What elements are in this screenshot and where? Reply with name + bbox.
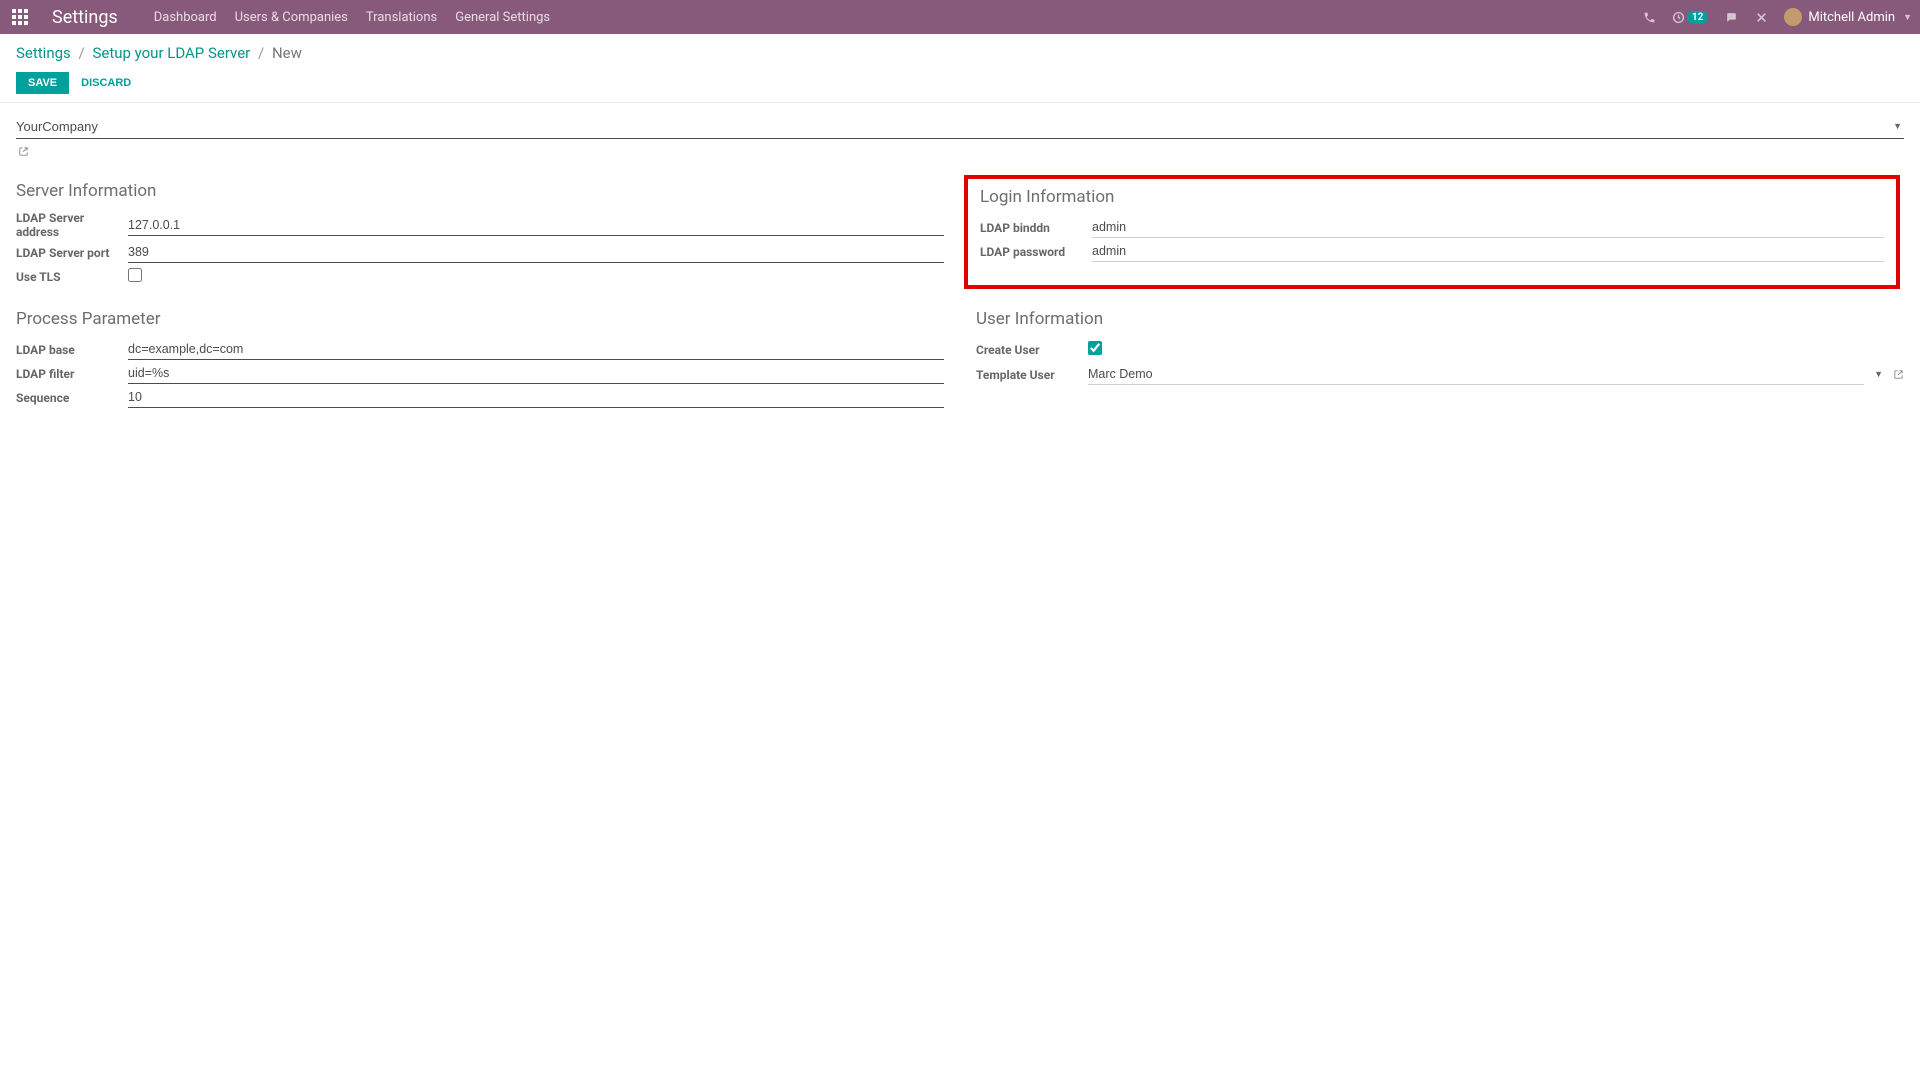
field-label: Use TLS	[16, 270, 128, 284]
chevron-down-icon[interactable]: ▼	[1870, 369, 1887, 380]
section-title: Process Parameter	[16, 309, 944, 329]
field-label: Template User	[976, 368, 1088, 382]
user-info-section: User Information Create User Template Us…	[976, 309, 1904, 411]
activity-badge: 12	[1687, 11, 1708, 24]
chevron-down-icon[interactable]: ▼	[1891, 121, 1904, 132]
app-title: Settings	[52, 7, 118, 28]
external-link-icon[interactable]	[1893, 369, 1904, 380]
ldap-server-port-input[interactable]	[128, 244, 944, 260]
section-title: User Information	[976, 309, 1904, 329]
create-user-checkbox[interactable]	[1088, 341, 1102, 355]
breadcrumb: Settings / Setup your LDAP Server / New	[16, 44, 1904, 62]
field-label: LDAP base	[16, 343, 128, 357]
apps-icon[interactable]	[12, 9, 28, 25]
field-label: LDAP Server port	[16, 246, 128, 260]
external-link-icon[interactable]	[18, 146, 29, 157]
login-info-highlight: Login Information LDAP binddn LDAP passw…	[964, 175, 1900, 289]
ldap-filter-input[interactable]	[128, 365, 944, 381]
process-param-section: Process Parameter LDAP base LDAP filter …	[16, 309, 944, 411]
breadcrumb-sep: /	[79, 44, 85, 62]
ldap-binddn-input[interactable]	[1092, 219, 1884, 235]
field-label: Sequence	[16, 391, 128, 405]
discard-button[interactable]: DISCARD	[81, 77, 131, 89]
nav-users-companies[interactable]: Users & Companies	[235, 10, 348, 25]
server-info-section: Server Information LDAP Server address L…	[16, 181, 944, 291]
navbar-menu: Dashboard Users & Companies Translations…	[154, 10, 550, 25]
user-menu[interactable]: Mitchell Admin ▼	[1784, 8, 1912, 26]
field-label: LDAP filter	[16, 367, 128, 381]
save-button[interactable]: SAVE	[16, 72, 69, 94]
field-label: LDAP Server address	[16, 211, 128, 239]
field-label: Create User	[976, 343, 1088, 357]
ldap-password-input[interactable]	[1092, 243, 1884, 259]
close-icon[interactable]	[1755, 11, 1768, 24]
breadcrumb-mid[interactable]: Setup your LDAP Server	[92, 44, 250, 62]
control-panel: Settings / Setup your LDAP Server / New …	[0, 34, 1920, 103]
section-title: Login Information	[980, 187, 1884, 207]
activities-icon[interactable]: 12	[1672, 11, 1708, 24]
breadcrumb-root[interactable]: Settings	[16, 44, 71, 62]
avatar	[1784, 8, 1802, 26]
chevron-down-icon: ▼	[1903, 12, 1912, 23]
nav-general-settings[interactable]: General Settings	[455, 10, 550, 25]
section-title: Server Information	[16, 181, 944, 201]
chat-icon[interactable]	[1724, 11, 1739, 24]
nav-translations[interactable]: Translations	[366, 10, 437, 25]
use-tls-checkbox[interactable]	[128, 268, 142, 282]
field-label: LDAP binddn	[980, 221, 1092, 235]
ldap-server-address-input[interactable]	[128, 217, 944, 233]
breadcrumb-current: New	[272, 44, 302, 62]
ldap-base-input[interactable]	[128, 341, 944, 357]
breadcrumb-sep: /	[258, 44, 264, 62]
phone-icon[interactable]	[1643, 11, 1656, 24]
navbar: Settings Dashboard Users & Companies Tra…	[0, 0, 1920, 34]
field-label: LDAP password	[980, 245, 1092, 259]
company-input[interactable]	[16, 118, 1891, 135]
template-user-input[interactable]	[1088, 366, 1864, 382]
form-sheet: ▼ Server Information LDAP Server address…	[0, 103, 1920, 423]
user-name-label: Mitchell Admin	[1808, 10, 1895, 25]
company-field[interactable]: ▼	[16, 115, 1904, 139]
nav-dashboard[interactable]: Dashboard	[154, 10, 217, 25]
sequence-input[interactable]	[128, 389, 944, 405]
